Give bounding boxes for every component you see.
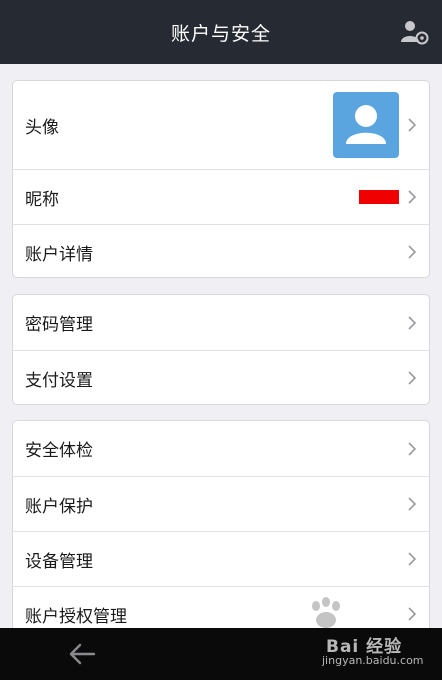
settings-row-account-details[interactable]: 账户详情: [13, 224, 429, 277]
chevron-right-icon: [408, 441, 417, 456]
row-label: 支付设置: [25, 370, 93, 391]
settings-row-avatar[interactable]: 头像: [13, 81, 429, 169]
paw-logo-icon: [312, 597, 340, 628]
user-settings-icon[interactable]: [400, 18, 430, 46]
watermark-url: jingyan.baidu.com: [322, 654, 424, 667]
chevron-right-icon: [408, 118, 417, 132]
settings-row-payment[interactable]: 支付设置: [13, 350, 429, 404]
row-label: 密码管理: [25, 315, 93, 335]
settings-row-nickname[interactable]: 昵称: [13, 169, 429, 224]
back-arrow-icon[interactable]: [64, 640, 100, 668]
row-label: 账户保护: [25, 496, 93, 517]
chevron-right-icon: [408, 497, 417, 511]
settings-row-security-check[interactable]: 安全体检: [13, 421, 429, 476]
chevron-right-icon: [408, 190, 417, 204]
redacted-nickname: [359, 190, 399, 204]
chevron-right-icon: [408, 245, 417, 259]
row-label: 账户授权管理: [25, 606, 127, 627]
chevron-right-icon: [408, 552, 417, 566]
chevron-right-icon: [408, 315, 417, 330]
watermark: Bai 经验 jingyan.baidu.com: [300, 592, 440, 676]
row-label: 头像: [25, 117, 59, 138]
row-label: 昵称: [25, 189, 59, 210]
settings-row-password[interactable]: 密码管理: [13, 295, 429, 350]
page-title: 账户与安全: [170, 22, 271, 45]
top-nav-bar: 账户与安全: [0, 0, 442, 64]
settings-group-payment: 密码管理 支付设置: [12, 294, 430, 405]
settings-group-profile: 头像 昵称 账户详情: [12, 80, 430, 278]
settings-content: 头像 昵称 账户详情 密码管理 支付设置 安全体检 账户保护 设备管理 账户授权…: [0, 64, 442, 628]
row-label: 安全体检: [25, 441, 93, 461]
chevron-right-icon: [408, 371, 417, 385]
settings-row-account-protection[interactable]: 账户保护: [13, 476, 429, 531]
row-label: 设备管理: [25, 551, 93, 572]
row-label: 账户详情: [25, 244, 93, 265]
settings-row-device-management[interactable]: 设备管理: [13, 531, 429, 586]
avatar: [333, 92, 399, 158]
